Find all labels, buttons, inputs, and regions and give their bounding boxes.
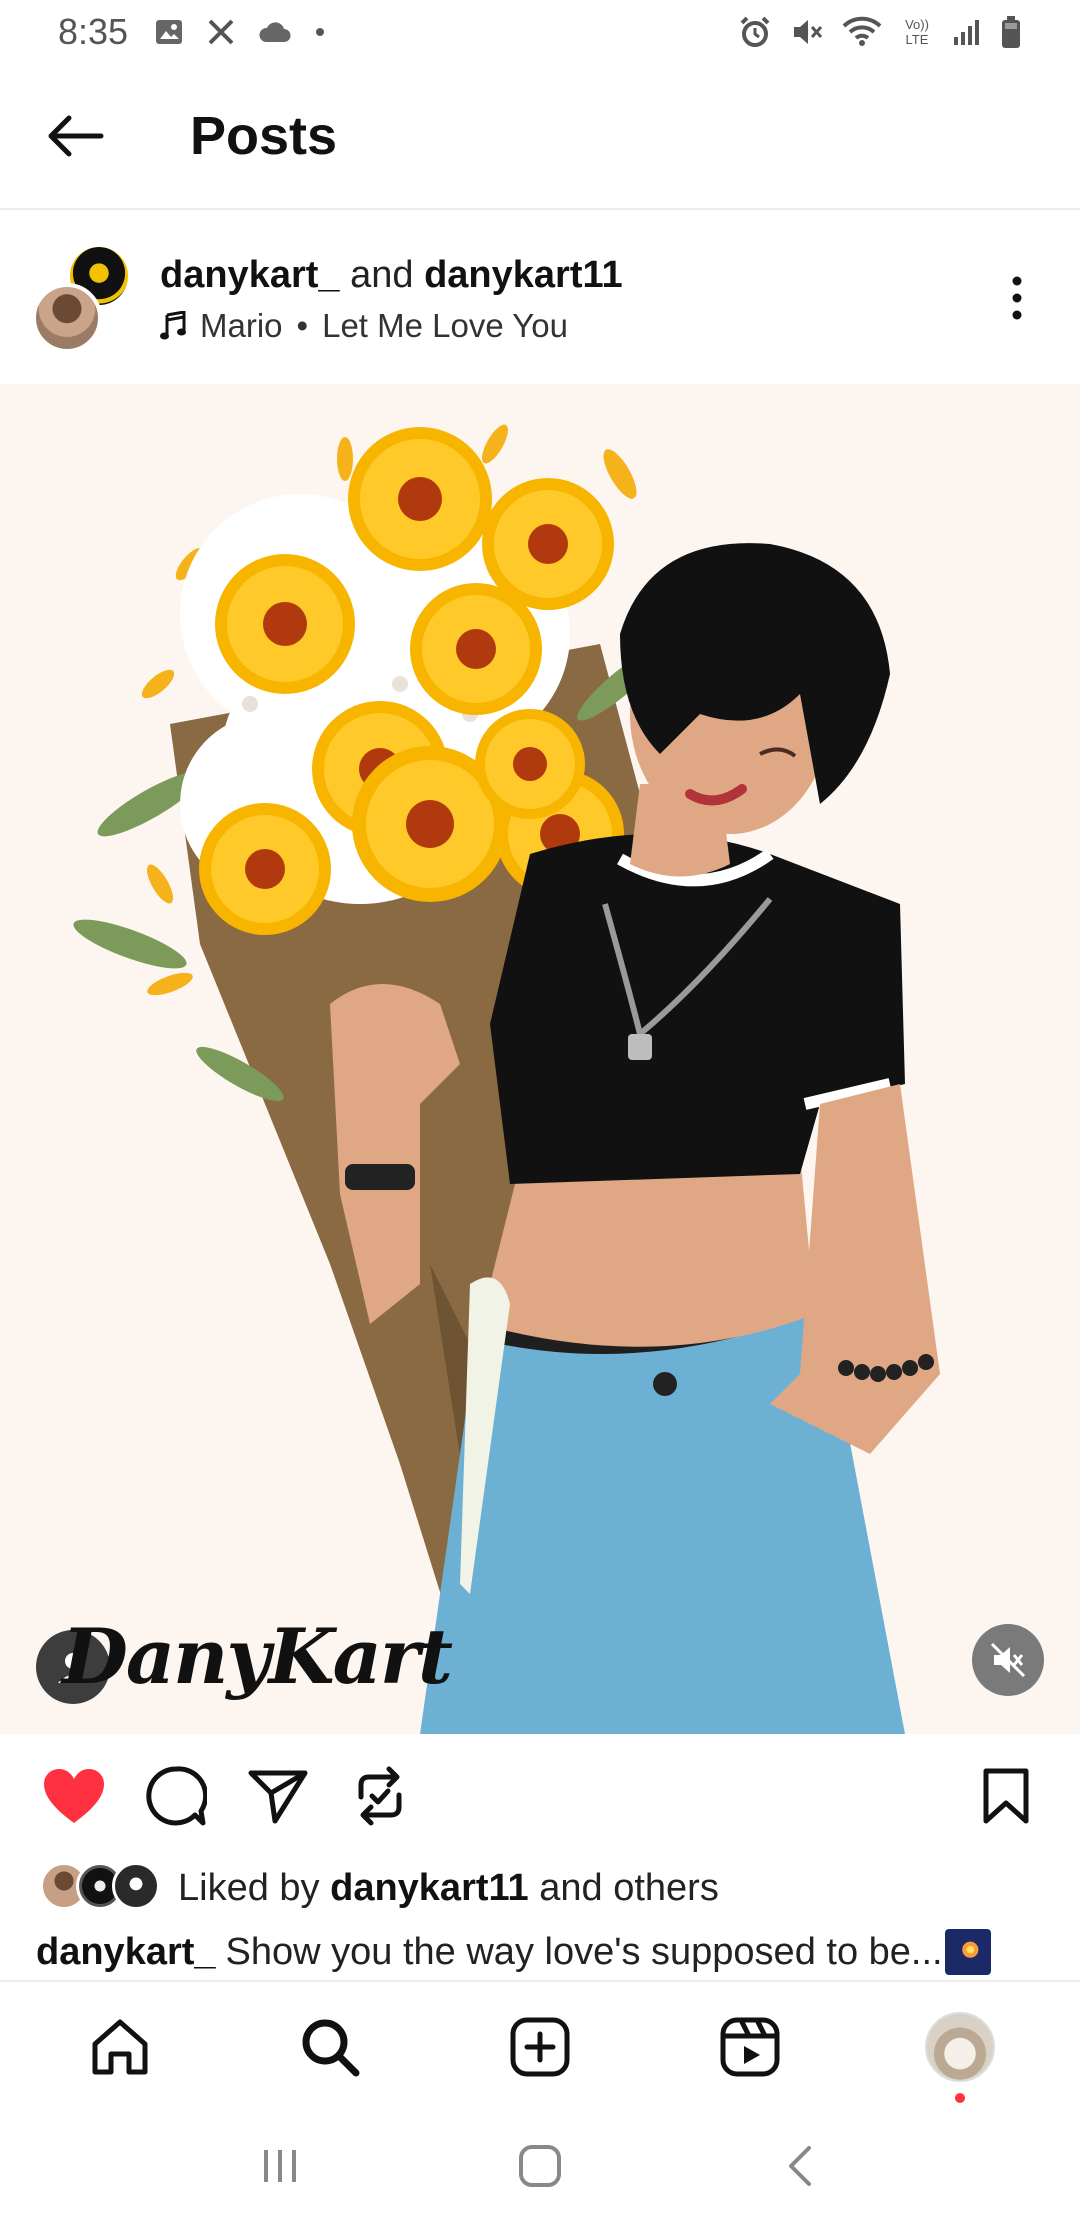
nav-create[interactable] xyxy=(490,1997,590,2097)
post-header: danykart_ and danykart11 Mario • Let Me … xyxy=(0,212,1080,384)
post-meta: danykart_ and danykart11 Mario • Let Me … xyxy=(160,251,972,345)
system-back-button[interactable] xyxy=(755,2121,845,2211)
signal-icon xyxy=(952,17,982,47)
liker-avatar xyxy=(112,1862,160,1910)
liked-by-suffix[interactable]: and others xyxy=(539,1867,719,1909)
audio-toggle-button[interactable] xyxy=(972,1624,1044,1696)
alarm-icon xyxy=(738,15,772,49)
music-song: Let Me Love You xyxy=(322,307,568,344)
speaker-muted-icon xyxy=(990,1642,1026,1678)
status-time: 8:35 xyxy=(58,11,129,52)
page-title: Posts xyxy=(190,106,338,166)
top-app-bar: Posts xyxy=(0,64,1080,210)
more-vertical-icon xyxy=(1012,276,1022,320)
music-separator: • xyxy=(296,307,309,344)
repost-button[interactable] xyxy=(340,1756,420,1836)
back-icon xyxy=(789,2146,811,2186)
notification-dot xyxy=(955,2093,965,2103)
create-icon xyxy=(510,2017,570,2077)
nav-home[interactable] xyxy=(70,1997,170,2097)
caption-username[interactable]: danykart_ xyxy=(36,1931,216,1974)
cloud-icon xyxy=(258,20,292,44)
nav-search[interactable] xyxy=(280,1997,380,2097)
post-actions xyxy=(0,1734,1080,1858)
arrow-left-icon xyxy=(48,115,104,157)
back-button[interactable] xyxy=(0,63,150,209)
recents-icon xyxy=(264,2150,296,2182)
home-icon xyxy=(92,2019,148,2075)
repost-icon xyxy=(358,1766,402,1826)
likes-summary[interactable]: Liked by danykart11 and others xyxy=(0,1858,1080,1918)
like-button[interactable] xyxy=(34,1756,114,1836)
volte-icon: Vo)) LTE xyxy=(900,15,934,49)
wifi-icon xyxy=(842,16,882,48)
bookmark-icon xyxy=(983,1768,1029,1824)
heart-filled-icon xyxy=(44,1769,104,1823)
music-note-icon xyxy=(160,311,186,340)
dot-icon xyxy=(314,26,326,38)
comment-icon xyxy=(146,1766,207,1826)
battery-icon xyxy=(1000,15,1022,49)
svg-text:LTE: LTE xyxy=(906,32,929,47)
save-button[interactable] xyxy=(966,1756,1046,1836)
more-options-button[interactable] xyxy=(972,238,1062,358)
authors-connector: and xyxy=(350,254,414,296)
liker-avatars xyxy=(40,1862,170,1914)
share-button[interactable] xyxy=(238,1756,318,1836)
post-image[interactable]: DanyKart xyxy=(0,384,1080,1734)
author-link-2[interactable]: danykart11 xyxy=(424,254,623,296)
status-bar: 8:35 Vo)) LTE xyxy=(0,0,1080,64)
artist-watermark: DanyKart xyxy=(36,1604,453,1714)
comment-button[interactable] xyxy=(136,1756,216,1836)
avatar-danykart[interactable] xyxy=(32,283,102,353)
status-left-icons xyxy=(154,17,326,47)
post-caption[interactable]: danykart_ Show you the way love's suppos… xyxy=(36,1924,1046,1980)
send-icon xyxy=(248,1770,308,1824)
collab-avatars[interactable] xyxy=(32,243,142,353)
reels-icon xyxy=(720,2017,780,2077)
liked-by-prefix: Liked by xyxy=(178,1866,320,1909)
liked-by-user[interactable]: danykart11 xyxy=(330,1867,529,1909)
profile-avatar xyxy=(925,2012,995,2082)
system-navigation xyxy=(0,2112,1080,2220)
svg-text:Vo)): Vo)) xyxy=(905,17,929,32)
watermark-signature: DanyKart xyxy=(62,1612,453,1701)
mute-icon xyxy=(790,15,824,49)
post-authors: danykart_ and danykart11 xyxy=(160,251,972,299)
home-button-icon xyxy=(519,2145,561,2187)
author-link-1[interactable]: danykart_ xyxy=(160,254,340,296)
x-icon xyxy=(206,17,236,47)
caption-text: Show you the way love's supposed to be..… xyxy=(225,1930,943,1973)
nav-reels[interactable] xyxy=(700,1997,800,2097)
bottom-navigation xyxy=(0,1980,1080,2112)
home-button[interactable] xyxy=(495,2121,585,2211)
recents-button[interactable] xyxy=(235,2121,325,2211)
music-link[interactable]: Mario • Let Me Love You xyxy=(160,307,972,345)
fireworks-emoji-icon xyxy=(944,1929,991,1975)
gallery-icon xyxy=(154,18,184,46)
search-icon xyxy=(302,2019,360,2077)
likes-text: Liked by danykart11 and others xyxy=(178,1867,719,1910)
illustration-artwork xyxy=(73,424,940,1734)
music-artist: Mario xyxy=(200,307,283,344)
nav-profile[interactable] xyxy=(910,1997,1010,2103)
status-right-icons: Vo)) LTE xyxy=(738,15,1022,49)
